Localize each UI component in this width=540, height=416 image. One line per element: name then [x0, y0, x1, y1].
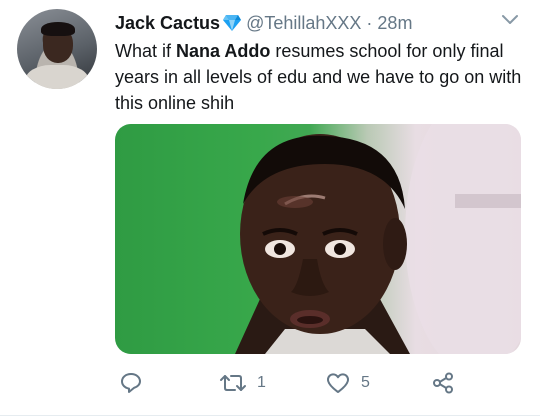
author-handle[interactable]: @TehillahXXX	[246, 12, 361, 34]
avatar-shirt	[25, 65, 89, 89]
share-button[interactable]	[431, 370, 455, 396]
reply-icon	[119, 371, 143, 395]
heart-icon	[325, 371, 351, 395]
avatar-hair	[41, 22, 75, 36]
share-icon	[431, 371, 455, 395]
avatar[interactable]	[17, 9, 97, 89]
tweet-actions: 1 5	[115, 370, 521, 396]
reply-button[interactable]	[119, 370, 153, 396]
chevron-down-icon[interactable]	[498, 10, 522, 30]
tweet-header: Jack Cactus @TehillahXXX · 28m	[115, 12, 412, 34]
tweet-media-image[interactable]	[115, 124, 521, 354]
retweet-count: 1	[257, 374, 266, 391]
retweet-icon	[219, 371, 247, 395]
like-count: 5	[361, 374, 370, 391]
meme-face-illustration	[235, 124, 521, 354]
tweet-timestamp[interactable]: 28m	[377, 12, 412, 34]
tweet-text: What if Nana Addo resumes school for onl…	[115, 38, 525, 116]
gem-icon	[222, 14, 242, 32]
retweet-button[interactable]: 1	[219, 370, 266, 396]
like-button[interactable]: 5	[325, 370, 370, 396]
tweet-text-part1: What if	[115, 41, 177, 61]
separator-dot: ·	[366, 13, 373, 33]
tweet[interactable]: Jack Cactus @TehillahXXX · 28m What if N…	[0, 0, 540, 416]
tweet-text-mention: Nana Addo	[176, 41, 271, 61]
author-name[interactable]: Jack Cactus	[115, 12, 220, 34]
